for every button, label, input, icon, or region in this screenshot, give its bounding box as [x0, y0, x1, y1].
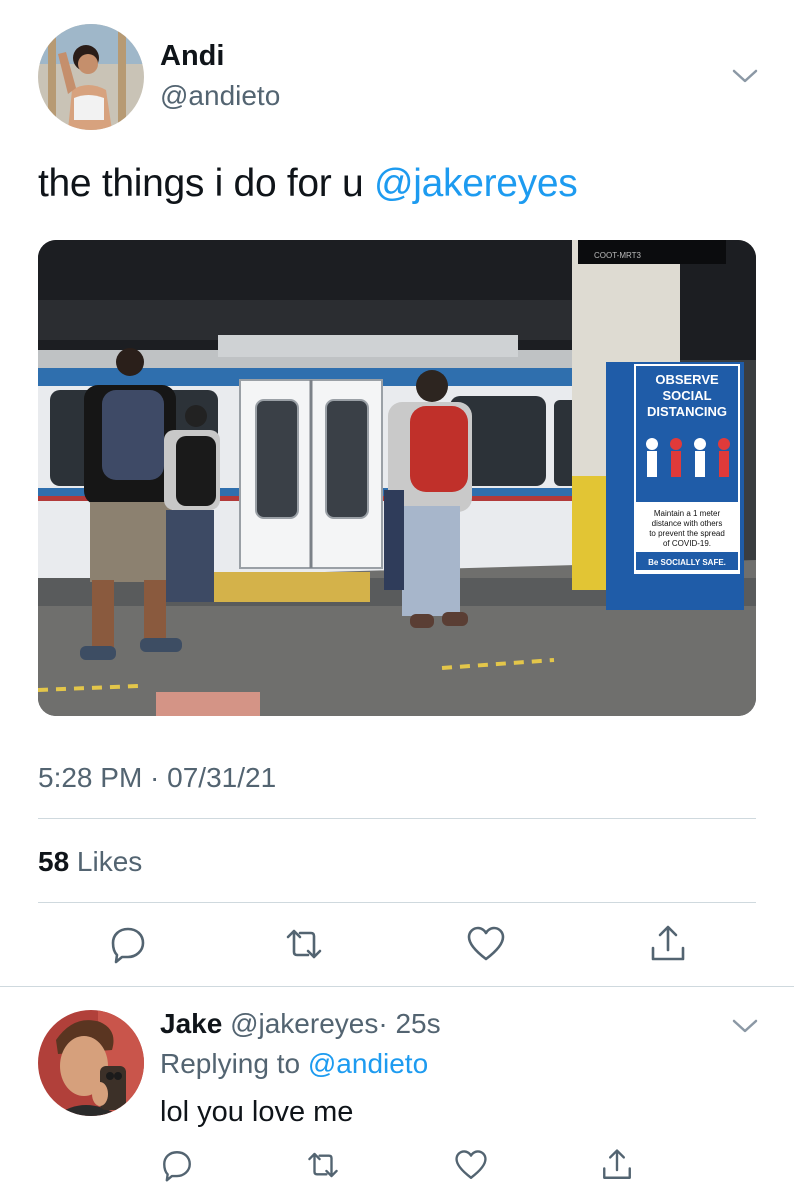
sign-line3: DISTANCING — [647, 404, 727, 419]
share-icon[interactable] — [600, 1148, 634, 1182]
reply-icon[interactable] — [160, 1148, 194, 1182]
reply-author-name[interactable]: Jake — [160, 1008, 222, 1039]
sign-body2: distance with others — [652, 519, 723, 528]
sign-body1: Maintain a 1 meter — [654, 509, 721, 518]
tweet-text: the things i do for u @jakereyes — [38, 162, 578, 206]
replying-to-mention[interactable]: @andieto — [308, 1048, 428, 1079]
retweet-icon[interactable] — [306, 1148, 340, 1182]
retweet-icon[interactable] — [284, 924, 324, 964]
chevron-down-icon[interactable] — [730, 66, 760, 86]
reply-author-avatar[interactable] — [38, 1010, 144, 1116]
author-name[interactable]: Andi — [160, 40, 224, 73]
tweet-timestamp[interactable]: 5:28 PM · 07/31/21 — [38, 762, 276, 794]
chevron-down-icon[interactable] — [730, 1016, 760, 1036]
likes-count[interactable]: 58 Likes — [38, 846, 142, 878]
author-handle[interactable]: @andieto — [160, 80, 280, 112]
reply-header: Jake @jakereyes· 25s — [160, 1008, 441, 1040]
replying-to: Replying to @andieto — [160, 1048, 428, 1080]
sign-line2: SOCIAL — [662, 388, 711, 403]
likes-label: Likes — [69, 846, 143, 877]
tweet-photo[interactable]: COOT-MRT3 OBSERVE SOCIAL DISTANCING Main… — [38, 240, 756, 716]
station-sign-text: COOT-MRT3 — [594, 251, 642, 260]
reply-time[interactable]: · 25s — [378, 1008, 440, 1039]
tweet-body-text: the things i do for u — [38, 162, 374, 205]
mention-link[interactable]: @jakereyes — [374, 162, 578, 205]
reply-author-handle[interactable]: @jakereyes — [230, 1008, 378, 1039]
divider — [38, 902, 756, 903]
divider — [38, 818, 756, 819]
reply-icon[interactable] — [108, 924, 148, 964]
sign-line1: OBSERVE — [655, 372, 719, 387]
like-icon[interactable] — [466, 924, 506, 964]
sign-body4: of COVID-19. — [663, 539, 711, 548]
replying-prefix: Replying to — [160, 1048, 308, 1079]
likes-number: 58 — [38, 846, 70, 877]
sign-footer: Be SOCIALLY SAFE. — [648, 558, 726, 567]
sign-body3: to prevent the spread — [649, 529, 725, 538]
author-avatar[interactable] — [38, 24, 144, 130]
divider — [0, 986, 794, 987]
reply-text: lol you love me — [160, 1096, 354, 1128]
like-icon[interactable] — [454, 1148, 488, 1182]
share-icon[interactable] — [648, 924, 688, 964]
